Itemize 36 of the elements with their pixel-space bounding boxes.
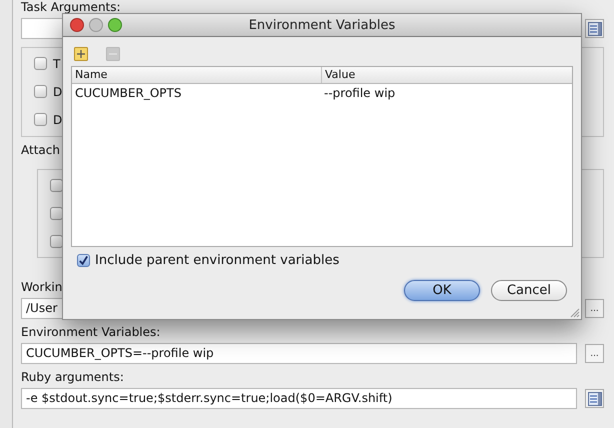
field-label: Ruby arguments: [21,370,124,385]
section-label: Attach [21,143,60,158]
table-cell-text: --profile wip [323,85,396,102]
edit-list-button[interactable] [585,19,604,38]
checkbox[interactable] [34,57,47,70]
list-icon [588,392,602,406]
field-label: Task Arguments: [21,0,121,15]
field-label: Workin [21,280,62,295]
checkbox-label: D [53,112,62,126]
checkbox-label: T [53,56,60,70]
resize-grip-icon[interactable] [570,308,580,318]
browse-button[interactable]: ... [585,299,604,318]
window-title: Environment Variables [248,18,396,32]
zoom-icon[interactable] [108,18,122,32]
checkbox-label: D [53,84,62,98]
list-icon [588,22,602,36]
checkbox[interactable] [77,254,90,267]
table-cell-text: CUCUMBER_OPTS [74,85,182,102]
checkbox[interactable] [34,85,47,98]
field-label: Environment Variables: [21,325,160,340]
checkbox[interactable] [50,207,63,220]
checkbox[interactable] [34,113,47,126]
checkbox-label: Include parent environment variables [95,253,340,268]
environment-variables-field[interactable]: CUCUMBER_OPTS=--profile wip [21,343,577,364]
column-header[interactable]: Name [72,67,322,83]
browse-button[interactable]: ... [585,344,604,363]
ruby-arguments-field[interactable]: -e $stdout.sync=true;$stderr.sync=true;load($0=ARGV.shift) [21,388,577,409]
column-header[interactable]: Value [322,67,356,83]
checkbox[interactable] [50,179,63,192]
close-icon[interactable] [70,18,84,32]
checkbox[interactable] [50,235,63,248]
dialog-button[interactable]: Cancel [491,280,567,301]
dialog-button[interactable]: OK [404,280,480,301]
edit-list-button[interactable] [585,389,604,408]
minimize-icon[interactable] [89,18,103,32]
add-icon[interactable] [74,47,88,61]
